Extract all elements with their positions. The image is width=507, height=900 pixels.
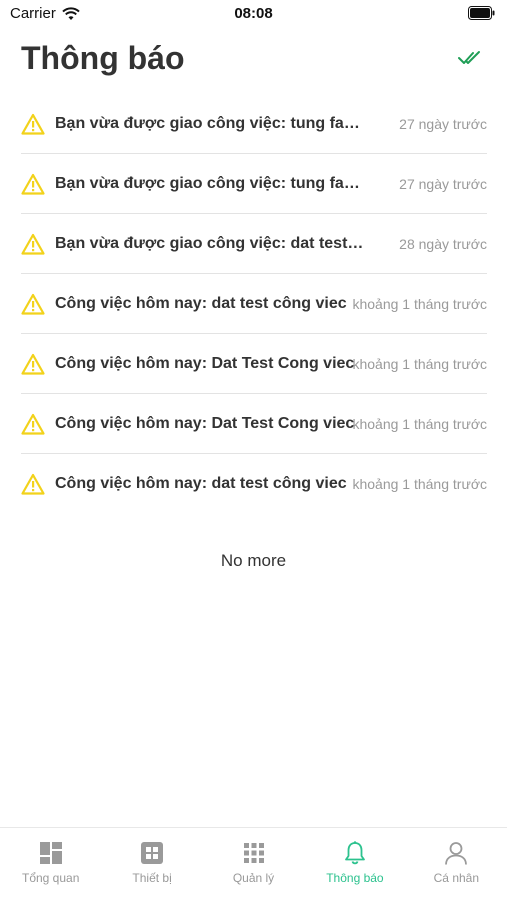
dashboard-icon: [39, 842, 62, 864]
no-more-label: No more: [220, 551, 287, 570]
notification-time: khoảng 1 tháng trước: [352, 295, 487, 312]
tab-overview[interactable]: Tổng quan: [0, 828, 101, 900]
page-title: Thông báo: [21, 40, 185, 76]
notification-message: Công việc hôm nay: dat test công viec: [55, 474, 347, 492]
warning-icon: [21, 293, 45, 315]
notification-item[interactable]: Công việc hôm nay: dat test công viec kh…: [21, 274, 487, 334]
warning-icon: [21, 353, 45, 375]
notification-message: Công việc hôm nay: Dat Test Cong viec: [55, 414, 355, 432]
warning-icon: [21, 473, 45, 495]
notification-message: Công việc hôm nay: dat test công viec: [55, 294, 347, 312]
notification-message: Bạn vừa được giao công việc: dat test cô…: [55, 234, 365, 252]
battery-icon: [468, 6, 495, 20]
tab-label: Quản lý: [232, 871, 275, 885]
notification-item[interactable]: Công việc hôm nay: Dat Test Cong viec kh…: [21, 334, 487, 394]
notification-time: 28 ngày trước: [399, 235, 487, 252]
double-check-icon[interactable]: [458, 48, 482, 68]
notification-message: Bạn vừa được giao công việc: tung faker: [55, 114, 365, 132]
tab-profile[interactable]: Cá nhân: [406, 828, 507, 900]
clock: 08:08: [234, 5, 273, 22]
tab-bar: Tổng quan Thiết bị Quản lý Thông báo Cá …: [0, 827, 507, 900]
status-bar: Carrier 08:08: [0, 0, 507, 30]
notification-time: 27 ngày trước: [399, 115, 487, 132]
tab-label: Thông báo: [326, 871, 384, 885]
tab-label: Cá nhân: [433, 871, 480, 885]
notification-item[interactable]: Công việc hôm nay: Dat Test Cong viec kh…: [21, 394, 487, 454]
notification-item[interactable]: Bạn vừa được giao công việc: dat test cô…: [21, 214, 487, 274]
notification-time: khoảng 1 tháng trước: [352, 475, 487, 492]
tab-notifications[interactable]: Thông báo: [304, 828, 405, 900]
tab-label: Tổng quan: [22, 871, 80, 885]
warning-icon: [21, 233, 45, 255]
warning-icon: [21, 413, 45, 435]
user-icon: [445, 842, 468, 865]
grid-icon: [243, 843, 264, 863]
notification-message: Bạn vừa được giao công việc: tung faker: [55, 174, 365, 192]
notification-message: Công việc hôm nay: Dat Test Cong viec: [55, 354, 355, 372]
tab-label: Thiết bị: [132, 871, 172, 885]
tab-management[interactable]: Quản lý: [203, 828, 304, 900]
bell-icon: [345, 841, 365, 865]
warning-icon: [21, 113, 45, 135]
tab-devices[interactable]: Thiết bị: [101, 828, 202, 900]
device-icon: [141, 842, 164, 864]
notification-list: Bạn vừa được giao công việc: tung faker …: [21, 94, 487, 513]
notification-time: 27 ngày trước: [399, 175, 487, 192]
notification-item[interactable]: Công việc hôm nay: dat test công viec kh…: [21, 454, 487, 513]
notification-time: khoảng 1 tháng trước: [352, 415, 487, 432]
notification-item[interactable]: Bạn vừa được giao công việc: tung faker …: [21, 94, 487, 154]
notification-time: khoảng 1 tháng trước: [352, 355, 487, 372]
warning-icon: [21, 173, 45, 195]
notification-item[interactable]: Bạn vừa được giao công việc: tung faker …: [21, 154, 487, 214]
